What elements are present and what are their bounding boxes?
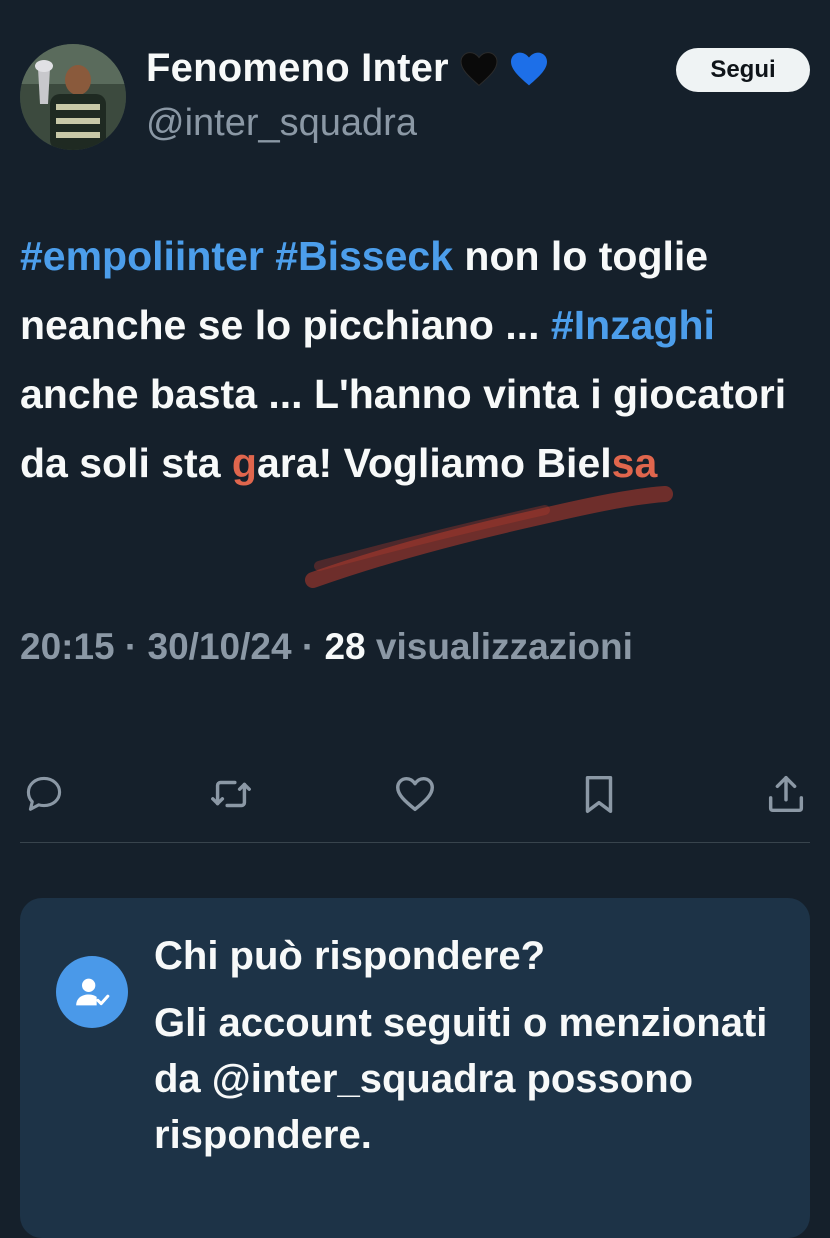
- tweet-date[interactable]: 30/10/24: [148, 626, 292, 667]
- action-bar: [20, 770, 810, 826]
- hashtag-empoliinter[interactable]: #empoliinter: [20, 233, 264, 279]
- meta-separator: ·: [114, 626, 148, 667]
- follow-button[interactable]: Segui: [676, 48, 810, 92]
- reply-restriction-card: Chi può rispondere? Gli account seguiti …: [20, 898, 810, 1238]
- divider: [20, 842, 810, 843]
- retweet-icon[interactable]: [207, 770, 255, 818]
- tweet-header: Fenomeno Inter @inter_squadra Segui: [20, 44, 810, 154]
- tweet-text: #empoliinter #Bisseck non lo toglie nean…: [20, 222, 810, 498]
- tweet-text-annotated-2: sa: [611, 440, 658, 486]
- hashtag-bisseck[interactable]: #Bisseck: [275, 233, 453, 279]
- reply-restriction-body: Gli account seguiti o menzionati da @int…: [154, 1001, 768, 1157]
- like-icon[interactable]: [391, 770, 439, 818]
- reply-restriction-title: Chi può rispondere?: [154, 934, 546, 978]
- hashtag-inzaghi[interactable]: #Inzaghi: [551, 302, 715, 348]
- black-heart-icon: [460, 51, 498, 86]
- meta-separator: ·: [291, 626, 325, 667]
- tweet-meta: 20:15 · 30/10/24 · 28 visualizzazioni: [20, 626, 633, 668]
- views-label: visualizzazioni: [365, 626, 633, 667]
- user-handle[interactable]: @inter_squadra: [146, 102, 417, 145]
- reply-icon[interactable]: [20, 770, 68, 818]
- bookmark-icon[interactable]: [575, 770, 623, 818]
- avatar[interactable]: [20, 44, 126, 150]
- user-check-icon: [76, 978, 110, 1006]
- tweet-text-segment-3: ara! Vogliamo Biel: [256, 440, 612, 486]
- share-icon[interactable]: [762, 770, 810, 818]
- name-row: Fenomeno Inter: [146, 46, 549, 91]
- tweet-text-space: [264, 233, 275, 279]
- tweet-time[interactable]: 20:15: [20, 626, 115, 667]
- blue-heart-icon: [510, 52, 547, 85]
- avatar-photo: [20, 44, 126, 150]
- views-count: 28: [324, 626, 366, 667]
- display-name[interactable]: Fenomeno Inter: [146, 46, 449, 91]
- reply-restriction-icon: [56, 956, 128, 1028]
- tweet-text-annotated-1: g: [231, 440, 257, 486]
